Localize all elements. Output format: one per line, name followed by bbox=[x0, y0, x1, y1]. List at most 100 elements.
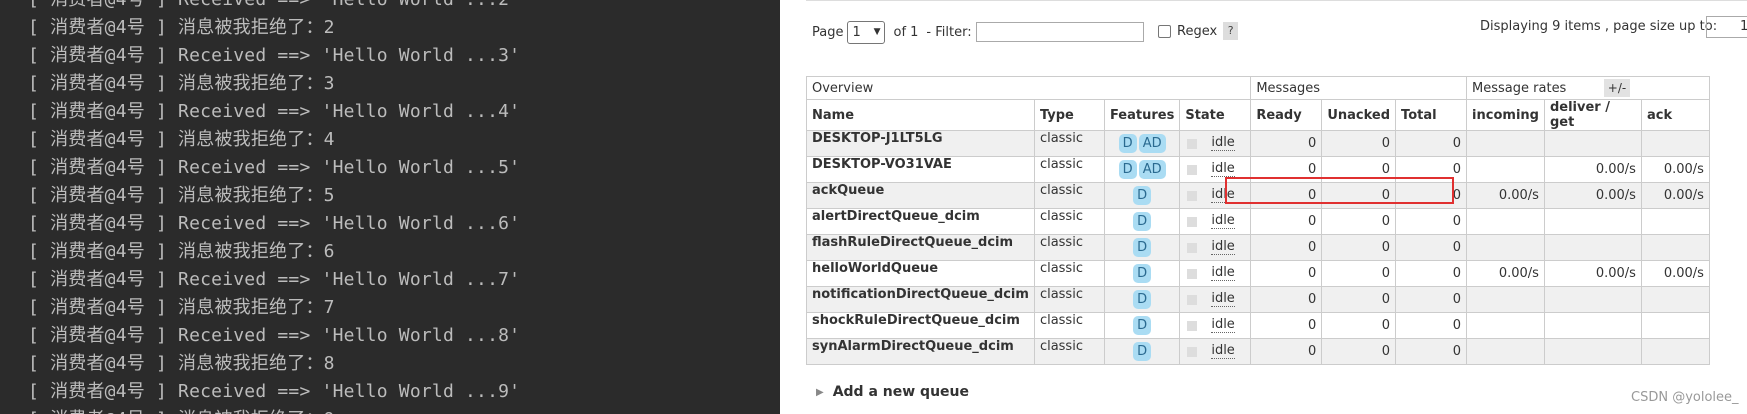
deliver-get-rate bbox=[1543, 130, 1642, 157]
table-row: flashRuleDirectQueue_dcim classic Didle 0 0 0 bbox=[806, 234, 1710, 261]
messages-group-header: Messages bbox=[1250, 76, 1468, 100]
console-panel: [ 消费者@4号 ] Received ==> 'Hello World ...… bbox=[0, 0, 780, 414]
queue-name-link[interactable]: shockRuleDirectQueue_dcim bbox=[806, 312, 1035, 339]
page-select[interactable]: 1 ▼ bbox=[847, 20, 886, 44]
ack-rate bbox=[1640, 234, 1710, 261]
watermark: CSDN @yololee_ bbox=[1631, 390, 1739, 405]
state-indicator-icon bbox=[1187, 346, 1198, 357]
total-count: 0 bbox=[1395, 312, 1468, 339]
incoming-rate: 0.00/s bbox=[1466, 182, 1545, 209]
incoming-rate bbox=[1466, 130, 1545, 157]
console-line: [ 消费者@4号 ] Received ==> 'Hello World ...… bbox=[28, 213, 521, 234]
highlight-box bbox=[1225, 177, 1454, 204]
queue-state: idle bbox=[1179, 286, 1252, 313]
incoming-rate bbox=[1466, 156, 1545, 183]
queue-type: classic bbox=[1033, 312, 1105, 339]
filter-input[interactable] bbox=[975, 22, 1144, 42]
state-label: idle bbox=[1211, 291, 1235, 307]
ack-rate bbox=[1640, 286, 1710, 313]
incoming-rate bbox=[1466, 312, 1545, 339]
console-line: [ 消费者@4号 ] 消息被我拒绝了：4 bbox=[28, 129, 335, 150]
state-indicator-icon bbox=[1187, 242, 1198, 253]
state-label: idle bbox=[1211, 317, 1235, 333]
ready-count: 0 bbox=[1250, 312, 1323, 339]
queue-state: idle bbox=[1179, 260, 1252, 287]
col-state-header[interactable]: State bbox=[1179, 99, 1252, 131]
queues-table: Overview Messages Message rates Name Typ… bbox=[805, 76, 1710, 365]
incoming-rate bbox=[1466, 234, 1545, 261]
ready-count: 0 bbox=[1250, 260, 1323, 287]
feature-badge: D bbox=[1118, 160, 1137, 179]
col-unacked-header[interactable]: Unacked bbox=[1321, 99, 1397, 131]
ack-rate: 0.00/s bbox=[1640, 182, 1710, 209]
queue-type: classic bbox=[1033, 156, 1105, 183]
state-indicator-icon bbox=[1187, 216, 1198, 227]
total-count: 0 bbox=[1395, 130, 1468, 157]
state-label: idle bbox=[1211, 239, 1235, 255]
queue-features: D AD bbox=[1103, 156, 1181, 183]
feature-badge: D bbox=[1133, 290, 1152, 309]
ready-count: 0 bbox=[1250, 208, 1323, 235]
page-select-value: 1 bbox=[852, 24, 861, 40]
deliver-get-rate bbox=[1543, 286, 1642, 313]
queue-features: D bbox=[1103, 286, 1181, 313]
console-line: [ 消费者@4号 ] Received ==> 'Hello World ...… bbox=[28, 325, 521, 346]
col-ready-header[interactable]: Ready bbox=[1250, 99, 1323, 131]
feature-badge: D bbox=[1118, 134, 1137, 153]
queue-features: D bbox=[1103, 182, 1181, 209]
ready-count: 0 bbox=[1250, 338, 1323, 365]
console-line: [ 消费者@4号 ] 消息被我拒绝了：5 bbox=[28, 185, 335, 206]
col-total-header[interactable]: Total bbox=[1395, 99, 1468, 131]
deliver-get-rate: 0.00/s bbox=[1543, 156, 1642, 183]
state-label: idle bbox=[1211, 213, 1235, 229]
table-row: shockRuleDirectQueue_dcim classic Didle 0 0 0 bbox=[806, 312, 1710, 339]
queue-type: classic bbox=[1033, 130, 1105, 157]
col-name-header[interactable]: Name bbox=[806, 99, 1035, 131]
regex-help-icon[interactable]: ? bbox=[1223, 22, 1239, 40]
feature-badge: D bbox=[1133, 316, 1152, 335]
filter-label: - Filter: bbox=[926, 24, 972, 40]
deliver-get-rate bbox=[1543, 234, 1642, 261]
ack-rate: 0.00/s bbox=[1640, 260, 1710, 287]
state-indicator-icon bbox=[1187, 294, 1198, 305]
ack-rate bbox=[1640, 312, 1710, 339]
feature-badge: D bbox=[1133, 264, 1152, 283]
regex-checkbox[interactable] bbox=[1158, 24, 1171, 38]
queue-name-link[interactable]: ackQueue bbox=[806, 182, 1035, 209]
queue-state: idle bbox=[1179, 130, 1252, 157]
queue-name-link[interactable]: flashRuleDirectQueue_dcim bbox=[806, 234, 1035, 261]
queue-type: classic bbox=[1033, 182, 1105, 209]
page-label: Page bbox=[812, 24, 844, 40]
feature-badge: D bbox=[1133, 342, 1152, 361]
queue-name-link[interactable]: helloWorldQueue bbox=[806, 260, 1035, 287]
queue-name-link[interactable]: DESKTOP-VO31VAE bbox=[806, 156, 1035, 183]
state-indicator-icon bbox=[1187, 164, 1198, 175]
col-features-header[interactable]: Features bbox=[1103, 99, 1181, 131]
regex-option: Regex ? bbox=[1158, 22, 1239, 40]
add-queue-toggle[interactable]: ▶ Add a new queue bbox=[816, 384, 969, 400]
regex-label: Regex bbox=[1177, 23, 1218, 39]
console-line: [ 消费者@4号 ] Received ==> 'Hello World ...… bbox=[28, 381, 521, 402]
col-type-header[interactable]: Type bbox=[1033, 99, 1105, 131]
queue-name-link[interactable]: synAlarmDirectQueue_dcim bbox=[806, 338, 1035, 365]
col-ack-header[interactable]: ack bbox=[1640, 99, 1710, 131]
ack-rate bbox=[1640, 338, 1710, 365]
queue-features: D bbox=[1103, 338, 1181, 365]
col-incoming-header[interactable]: incoming bbox=[1466, 99, 1545, 131]
incoming-rate bbox=[1466, 338, 1545, 365]
unacked-count: 0 bbox=[1321, 286, 1397, 313]
col-deliver-get-header[interactable]: deliver / get bbox=[1543, 99, 1642, 131]
column-toggle-button[interactable]: +/- bbox=[1604, 79, 1630, 97]
console-line: [ 消费者@4号 ] 消息被我拒绝了：9 bbox=[28, 406, 520, 414]
queue-features: D bbox=[1103, 260, 1181, 287]
feature-badge: AD bbox=[1138, 160, 1166, 179]
console-line: [ 消费者@4号 ] Received ==> 'Hello World ...… bbox=[28, 269, 521, 290]
queue-features: D AD bbox=[1103, 130, 1181, 157]
expand-triangle-icon: ▶ bbox=[816, 386, 824, 398]
queue-name-link[interactable]: notificationDirectQueue_dcim bbox=[806, 286, 1035, 313]
queue-name-link[interactable]: alertDirectQueue_dcim bbox=[806, 208, 1035, 235]
page-size-input[interactable]: 1( bbox=[1706, 16, 1747, 38]
queue-name-link[interactable]: DESKTOP-J1LT5LG bbox=[806, 130, 1035, 157]
console-line: [ 消费者@4号 ] 消息被我拒绝了：2 bbox=[28, 17, 335, 38]
unacked-count: 0 bbox=[1321, 234, 1397, 261]
